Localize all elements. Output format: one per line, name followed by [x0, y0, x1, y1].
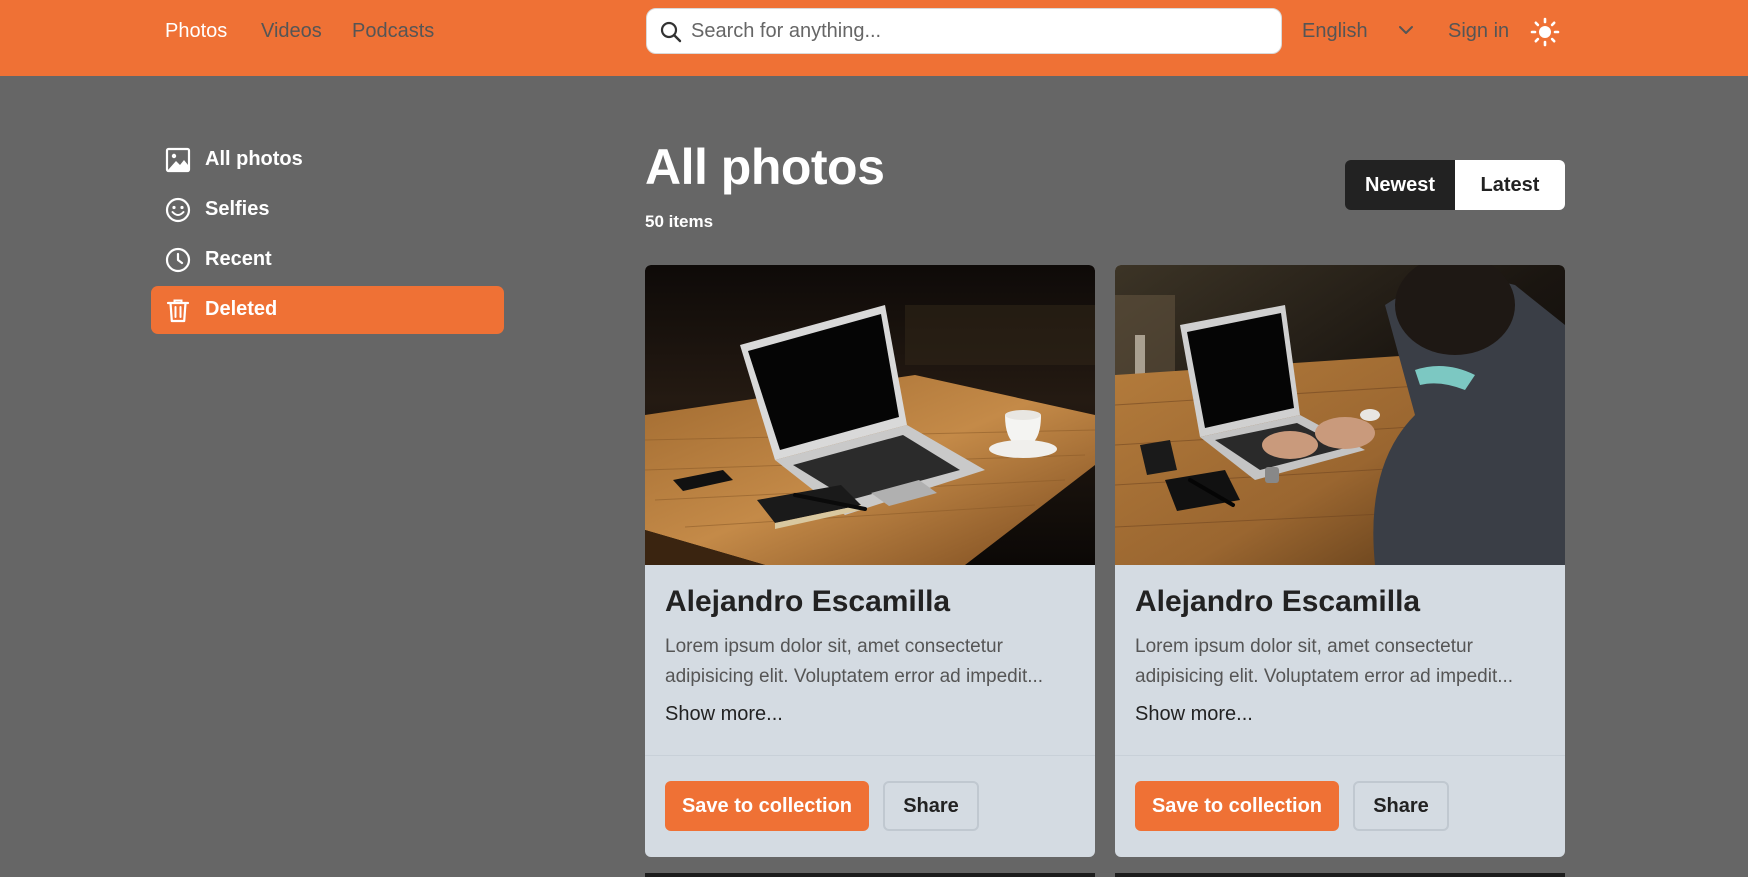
card-divider	[1115, 755, 1565, 756]
sidebar-item-label: Recent	[205, 248, 272, 270]
chevron-down-icon[interactable]	[1396, 20, 1416, 40]
nav-link-photos[interactable]: Photos	[165, 20, 227, 43]
card-divider	[645, 755, 1095, 756]
card-title: Alejandro Escamilla	[665, 585, 951, 618]
card-title: Alejandro Escamilla	[1135, 585, 1421, 618]
search-icon	[660, 21, 682, 43]
search-bar	[646, 8, 1282, 54]
sidebar-item-selfies[interactable]: Selfies	[151, 186, 504, 234]
item-count: 50 items	[645, 212, 714, 231]
page-title: All photos	[645, 139, 885, 195]
image-icon	[165, 147, 191, 173]
sort-newest-button[interactable]: Newest	[1345, 160, 1455, 210]
search-input[interactable]	[691, 9, 1271, 53]
smile-icon	[165, 197, 191, 223]
sign-in-link[interactable]: Sign in	[1448, 20, 1509, 43]
save-to-collection-button[interactable]: Save to collection	[1135, 781, 1339, 831]
sidebar-item-label: All photos	[205, 148, 303, 170]
sidebar-item-all-photos[interactable]: All photos	[151, 136, 504, 184]
sort-latest-button[interactable]: Latest	[1455, 160, 1565, 210]
sun-icon[interactable]	[1530, 17, 1560, 47]
sidebar-item-recent[interactable]: Recent	[151, 236, 504, 284]
sort-toggle: Newest Latest	[1345, 160, 1565, 210]
language-selector[interactable]: English	[1302, 20, 1368, 43]
show-more-link[interactable]: Show more...	[1135, 703, 1253, 726]
sidebar-item-deleted[interactable]: Deleted	[151, 286, 504, 334]
share-button[interactable]: Share	[883, 781, 979, 831]
show-more-link[interactable]: Show more...	[665, 703, 783, 726]
trash-icon	[166, 299, 190, 323]
card-description: Lorem ipsum dolor sit, amet consectetur …	[665, 636, 1044, 687]
photo-card: Alejandro Escamilla Lorem ipsum dolor si…	[1115, 265, 1565, 857]
share-button[interactable]: Share	[1353, 781, 1449, 831]
photo-card: Alejandro Escamilla Lorem ipsum dolor si…	[645, 265, 1095, 857]
save-to-collection-button[interactable]: Save to collection	[665, 781, 869, 831]
laptop-on-table-photo[interactable]	[645, 265, 1095, 565]
sidebar-item-label: Deleted	[205, 298, 278, 320]
nav-link-videos[interactable]: Videos	[261, 20, 322, 43]
person-typing-on-laptop-photo[interactable]	[1115, 265, 1565, 565]
sidebar-item-label: Selfies	[205, 198, 270, 220]
clock-icon	[165, 247, 191, 273]
card-description: Lorem ipsum dolor sit, amet consectetur …	[1135, 636, 1514, 687]
nav-link-podcasts[interactable]: Podcasts	[352, 20, 434, 43]
next-card-peek	[645, 873, 1095, 877]
next-card-peek	[1115, 873, 1565, 877]
top-navigation-bar: Photos Videos Podcasts English Sign in	[0, 0, 1748, 76]
